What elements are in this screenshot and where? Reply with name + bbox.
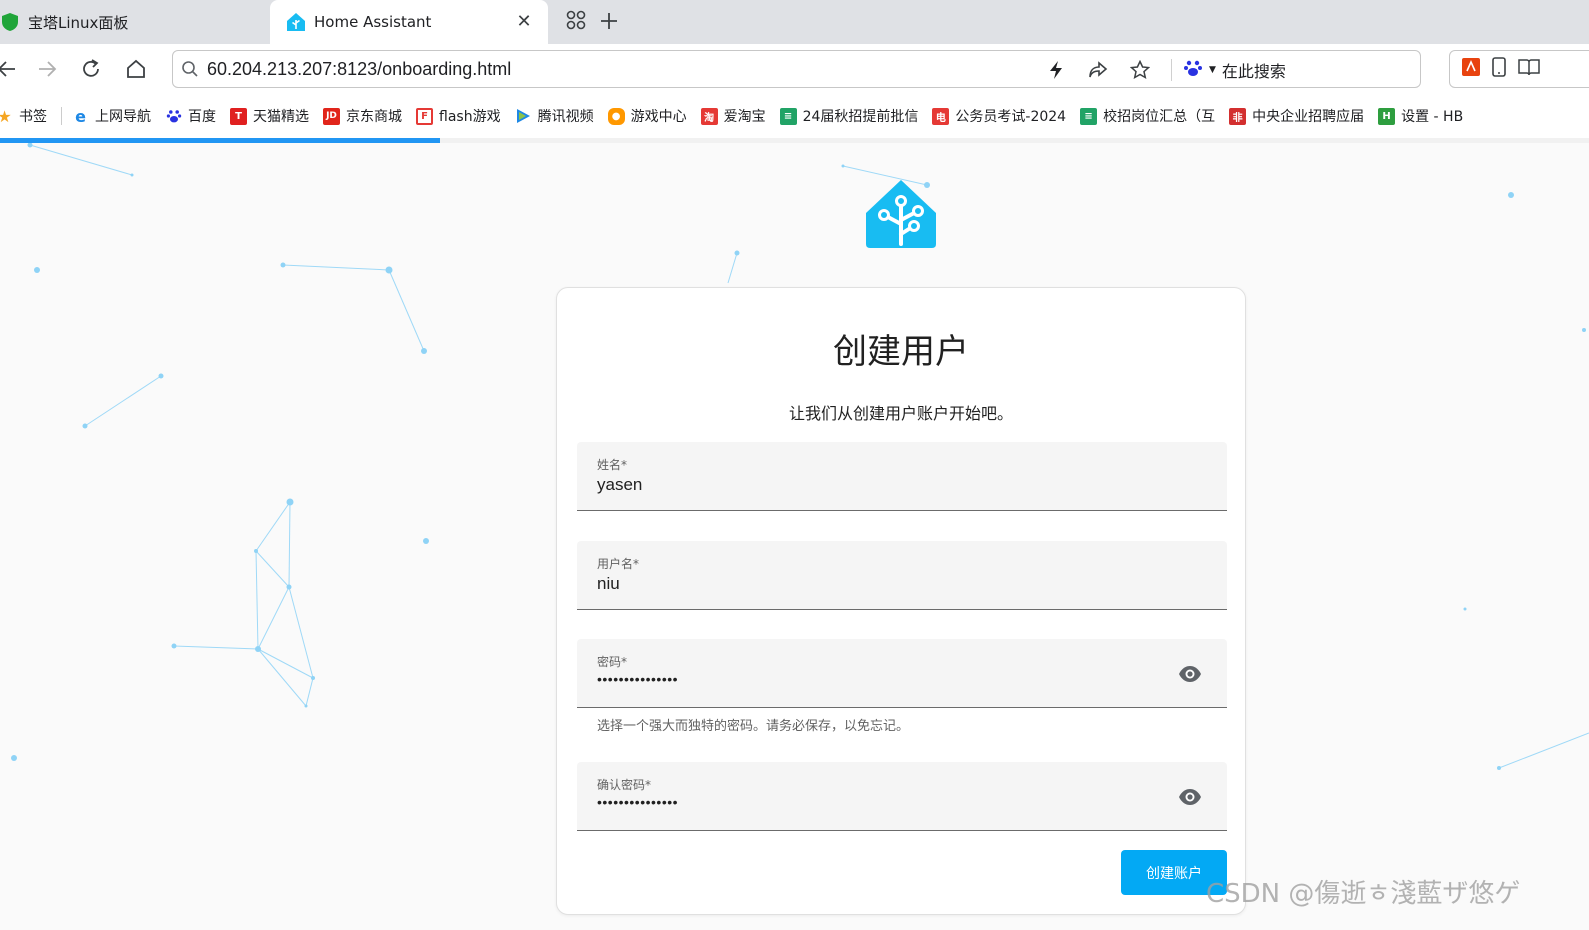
tab-baota[interactable]: 宝塔Linux面板: [0, 0, 268, 44]
back-arrow-icon[interactable]: [0, 54, 22, 84]
search-engine-label: 在此搜索: [1221, 62, 1286, 81]
exam-icon: 电: [932, 107, 950, 125]
password-field[interactable]: 密码* •••••••••••••••: [577, 639, 1227, 708]
baidu-paw-icon: [165, 108, 182, 125]
bookmark-item[interactable]: 腾讯视频: [515, 106, 594, 126]
bookmark-item[interactable]: e 上网导航: [72, 106, 151, 126]
flash-game-icon: F: [416, 107, 433, 125]
address-bar[interactable]: 60.204.213.207:8123/onboarding.html ▼ 在此…: [172, 50, 1421, 88]
search-icon: [181, 60, 199, 82]
ie-icon: e: [75, 106, 86, 126]
reload-icon[interactable]: [76, 54, 106, 84]
home-assistant-logo: [866, 180, 936, 252]
bookmark-item[interactable]: 电 公务员考试-2024: [932, 106, 1066, 126]
bookmark-item[interactable]: H 设置 - HB: [1378, 106, 1463, 126]
tab-title: Home Assistant: [314, 13, 432, 31]
field-value: yasen: [597, 475, 643, 494]
tencent-video-icon: [515, 108, 532, 125]
tab-home-assistant[interactable]: Home Assistant ✕: [270, 0, 548, 44]
hb-icon: H: [1378, 107, 1396, 125]
extension-tools: [1449, 50, 1589, 88]
username-field[interactable]: 用户名* niu: [577, 541, 1227, 610]
search-engine-selector[interactable]: ▼ 在此搜索: [1183, 58, 1286, 82]
tab-title: 宝塔Linux面板: [28, 13, 129, 32]
page-title: 创建用户: [833, 332, 969, 372]
close-icon[interactable]: ✕: [514, 12, 534, 32]
field-value: •••••••••••••••: [597, 794, 679, 810]
bookmark-item[interactable]: ≡ 24届秋招提前批信: [779, 106, 918, 126]
page-subtitle: 让我们从创建用户账户开始吧。: [788, 404, 1013, 423]
jd-icon: JD: [323, 107, 340, 125]
taobao-icon: 淘: [700, 107, 718, 125]
star-icon: ★: [0, 106, 12, 126]
field-value: niu: [597, 574, 620, 593]
field-label: 用户名*: [597, 557, 640, 571]
soe-icon: 非: [1229, 107, 1247, 125]
tab-strip: 宝塔Linux面板 Home Assistant ✕: [0, 0, 1589, 44]
home-assistant-icon: [286, 12, 306, 32]
bookmark-item[interactable]: 淘 爱淘宝: [700, 106, 766, 126]
confirm-password-field[interactable]: 确认密码* •••••••••••••••: [577, 762, 1227, 831]
bookmark-item[interactable]: ≡ 校招岗位汇总（互: [1080, 106, 1215, 126]
bookmark-item[interactable]: F flash游戏: [416, 106, 501, 126]
forward-arrow-icon[interactable]: [32, 54, 62, 84]
eye-icon[interactable]: [1177, 784, 1203, 810]
baota-shield-icon: [0, 12, 20, 32]
bookmark-item[interactable]: 非 中央企业招聘应届: [1229, 106, 1364, 126]
bookmark-item[interactable]: 百度: [165, 106, 216, 126]
bookmarks-bar: ★ 书签 e 上网导航 百度 T 天猫精选 JD 京东商城 F flash游戏 …: [0, 94, 1589, 138]
home-icon[interactable]: [121, 54, 151, 84]
mobile-icon[interactable]: [1492, 57, 1506, 81]
new-tab-plus-icon[interactable]: [600, 11, 618, 36]
password-helper-text: 选择一个强大而独特的密码。请务必保存，以免忘记。: [597, 719, 910, 734]
gamepad-icon: ●: [607, 107, 625, 125]
name-field[interactable]: 姓名* yasen: [577, 442, 1227, 511]
divider: [1171, 59, 1172, 81]
chevron-down-icon: ▼: [1209, 65, 1216, 75]
tab-groups-icon[interactable]: [566, 10, 586, 36]
field-label: 密码*: [597, 655, 628, 669]
bookmark-item[interactable]: ★ 书签: [0, 106, 47, 126]
bookmark-item[interactable]: T 天猫精选: [230, 106, 309, 126]
field-label: 确认密码*: [597, 778, 652, 792]
onboarding-page: 创建用户 让我们从创建用户账户开始吧。 姓名* yasen 用户名* niu 密…: [0, 143, 1589, 930]
divider: [61, 107, 62, 125]
browser-toolbar: 60.204.213.207:8123/onboarding.html ▼ 在此…: [0, 44, 1589, 94]
sheet-icon: ≡: [1080, 107, 1098, 125]
lightning-icon[interactable]: [1045, 59, 1067, 81]
tmall-icon: T: [230, 107, 247, 125]
field-value: •••••••••••••••: [597, 671, 679, 687]
pdf-extension-icon[interactable]: [1462, 58, 1480, 80]
share-icon[interactable]: [1087, 59, 1109, 81]
bookmark-item[interactable]: JD 京东商城: [323, 106, 402, 126]
baidu-paw-icon: [1183, 58, 1203, 82]
watermark: CSDN @傷逝ㅎ淺藍ザ悠ゲ: [1206, 879, 1521, 909]
eye-icon[interactable]: [1177, 661, 1203, 687]
field-label: 姓名*: [597, 458, 628, 472]
sheet-icon: ≡: [779, 107, 797, 125]
reading-mode-icon[interactable]: [1518, 58, 1540, 80]
star-bookmark-icon[interactable]: [1129, 59, 1151, 81]
bookmark-item[interactable]: ● 游戏中心: [607, 106, 687, 126]
url-text: 60.204.213.207:8123/onboarding.html: [207, 59, 512, 79]
create-user-card: 创建用户 让我们从创建用户账户开始吧。 姓名* yasen 用户名* niu 密…: [556, 287, 1246, 915]
